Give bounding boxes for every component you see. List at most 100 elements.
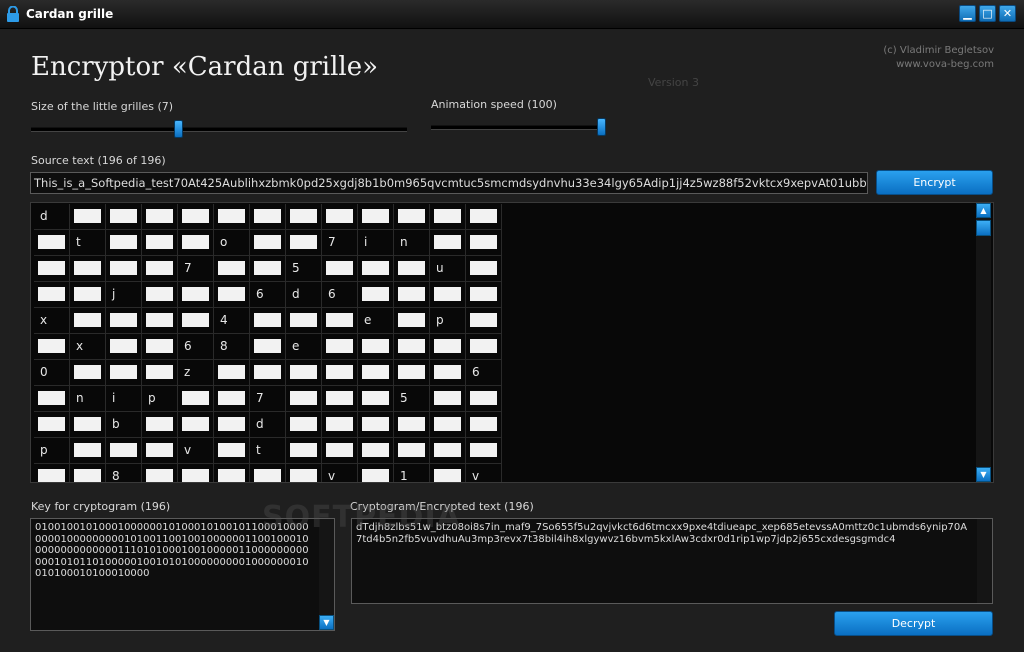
key-scrollbar[interactable]: ▼	[319, 519, 334, 630]
watermark-text: SOFTPEDIA	[262, 500, 461, 535]
scroll-up-icon[interactable]: ▲	[976, 203, 991, 218]
grid-cell	[34, 464, 70, 482]
grid-char: d	[292, 287, 300, 301]
grille-hole	[326, 339, 353, 353]
author-site[interactable]: www.vova-beg.com	[883, 58, 994, 72]
grille-hole	[110, 235, 137, 249]
maximize-button[interactable]: □	[979, 5, 996, 22]
grid-cell	[106, 438, 142, 464]
grille-hole	[434, 443, 461, 457]
grille-hole	[398, 443, 425, 457]
encrypt-button[interactable]: Encrypt	[876, 170, 993, 195]
grid-cell: n	[394, 230, 430, 256]
grille-size-slider[interactable]	[31, 127, 407, 132]
grille-hole	[470, 287, 497, 301]
scroll-down-icon[interactable]: ▼	[976, 467, 991, 482]
grille-hole	[74, 313, 101, 327]
grille-hole	[38, 391, 65, 405]
grid-cell	[358, 256, 394, 282]
grid-cell	[142, 360, 178, 386]
grille-hole	[362, 365, 389, 379]
close-button[interactable]: ✕	[999, 5, 1016, 22]
grid-cell	[106, 360, 142, 386]
grille-hole	[74, 443, 101, 457]
grid-char: v	[184, 443, 192, 457]
grid-cell: 4	[214, 308, 250, 334]
minimize-button[interactable]: ▁	[959, 5, 976, 22]
grille-hole	[434, 287, 461, 301]
grille-hole	[218, 443, 245, 457]
grille-hole	[470, 391, 497, 405]
grille-hole	[146, 287, 173, 301]
grid-char: 4	[220, 313, 228, 327]
grille-hole	[362, 469, 389, 482]
grille-hole	[398, 209, 425, 223]
grille-size-slider-thumb[interactable]	[174, 120, 184, 138]
grille-grid: dto7in75uj6d6x4epx68e0z6nip75bdpvt8v1v ▲…	[30, 202, 994, 483]
grille-hole	[146, 443, 173, 457]
grid-char: 7	[184, 261, 192, 275]
grid-cell	[358, 464, 394, 482]
source-text-input[interactable]: This_is_a_Softpedia_test70At425Aublihxzb…	[30, 172, 868, 194]
grille-hole	[398, 313, 425, 327]
grille-hole	[146, 365, 173, 379]
grid-cell: 5	[394, 386, 430, 412]
grid-cell: 7	[178, 256, 214, 282]
grid-cell	[430, 334, 466, 360]
decrypt-button[interactable]: Decrypt	[834, 611, 993, 636]
grille-hole	[434, 417, 461, 431]
grille-hole	[398, 339, 425, 353]
grille-hole	[38, 339, 65, 353]
grid-char: z	[184, 365, 191, 379]
grid-cell	[430, 464, 466, 482]
grille-hole	[290, 443, 317, 457]
grid-cell: d	[250, 412, 286, 438]
grid-cell	[358, 282, 394, 308]
grille-hole	[470, 443, 497, 457]
grille-hole	[290, 365, 317, 379]
grid-cell	[250, 308, 286, 334]
cryptogram-scrollbar[interactable]	[977, 519, 992, 603]
grille-hole	[182, 313, 209, 327]
grid-cell	[214, 256, 250, 282]
grid-char: 6	[184, 339, 192, 353]
scroll-down-icon[interactable]: ▼	[319, 615, 334, 630]
grid-cell	[286, 464, 322, 482]
grid-cell	[322, 256, 358, 282]
grille-hole	[434, 365, 461, 379]
grille-hole	[326, 209, 353, 223]
grid-scrollbar[interactable]: ▲ ▼	[976, 203, 991, 482]
grid-cell	[394, 412, 430, 438]
grille-hole	[398, 287, 425, 301]
grille-hole	[434, 339, 461, 353]
animation-speed-slider[interactable]	[431, 125, 606, 130]
grille-hole	[218, 365, 245, 379]
grid-char: x	[40, 313, 48, 327]
grid-cell	[250, 464, 286, 482]
grille-hole	[290, 235, 317, 249]
grid-cell: d	[34, 204, 70, 230]
grille-hole	[74, 287, 101, 301]
grid-cell	[214, 464, 250, 482]
grille-hole	[146, 417, 173, 431]
grid-scroll-thumb[interactable]	[976, 220, 991, 236]
animation-speed-label: Animation speed (100)	[431, 98, 557, 111]
grid-cell: 8	[106, 464, 142, 482]
grid-char: d	[256, 417, 264, 431]
grille-hole	[38, 469, 65, 482]
animation-speed-slider-thumb[interactable]	[597, 118, 606, 136]
grille-hole	[362, 287, 389, 301]
grille-hole	[182, 209, 209, 223]
grille-hole	[254, 313, 281, 327]
grid-cell: i	[106, 386, 142, 412]
grid-cell	[250, 230, 286, 256]
grid-cell	[322, 386, 358, 412]
grid-cell	[70, 464, 106, 482]
grid-cell	[430, 438, 466, 464]
grid-cell: 6	[178, 334, 214, 360]
grid-cell	[358, 334, 394, 360]
grille-hole	[326, 261, 353, 275]
grid-cell	[178, 464, 214, 482]
grid-cell: 5	[286, 256, 322, 282]
grid-cell	[34, 230, 70, 256]
